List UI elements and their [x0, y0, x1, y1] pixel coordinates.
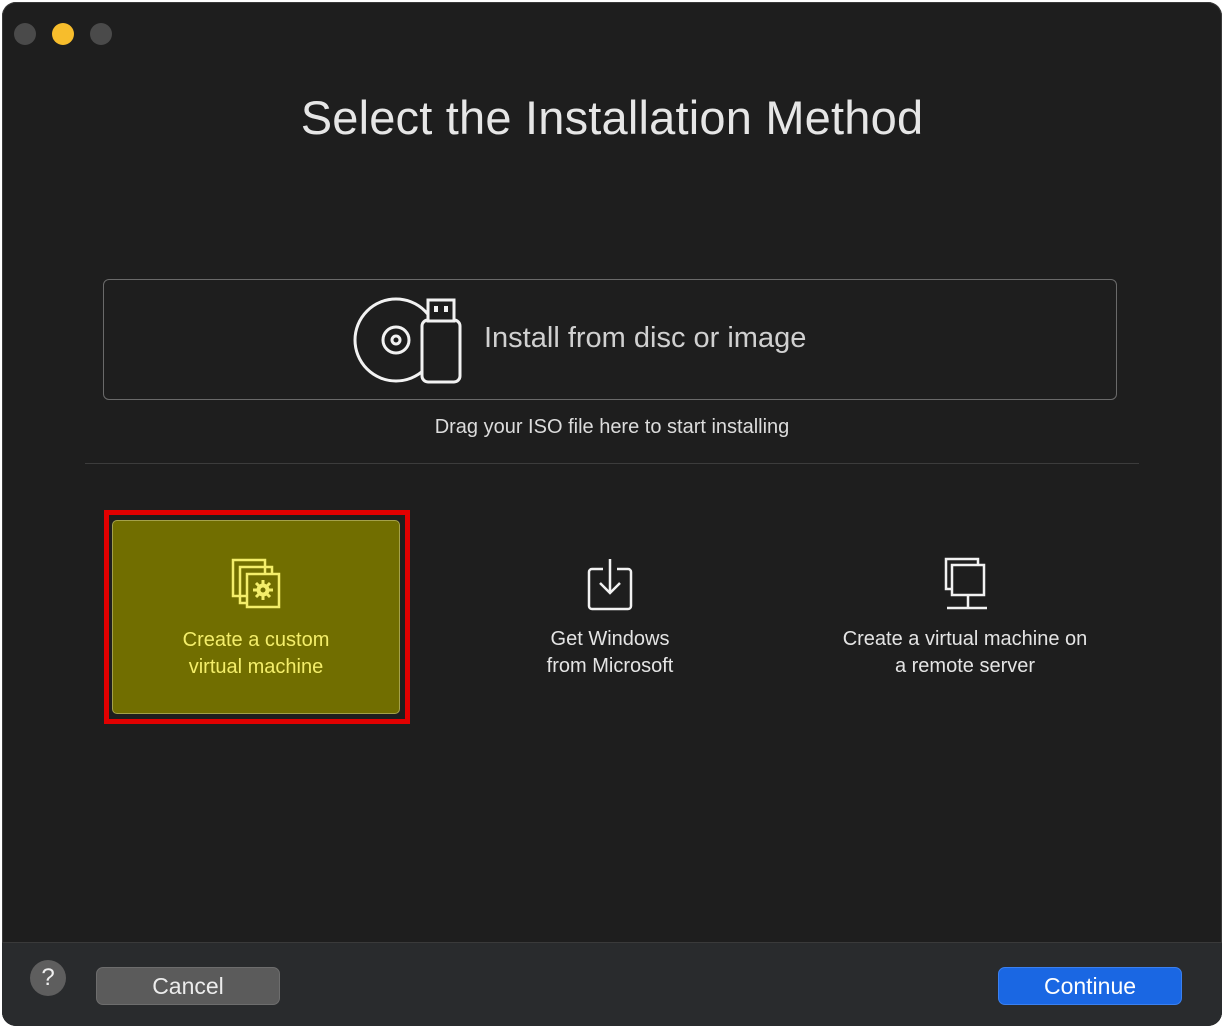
remote-server-label: Create a virtual machine on a remote ser…: [842, 628, 1088, 677]
footer-bar: ? Cancel Continue: [2, 942, 1222, 1026]
zoom-window-button[interactable]: [90, 23, 112, 45]
help-button[interactable]: ?: [30, 960, 66, 996]
remote-server-icon: [944, 557, 987, 610]
minimize-window-button[interactable]: [52, 23, 74, 45]
drag-iso-hint: Drag your ISO file here to start install…: [434, 416, 790, 438]
custom-vm-gear-icon: [231, 558, 281, 609]
continue-button[interactable]: Continue: [998, 967, 1182, 1005]
cancel-button[interactable]: Cancel: [96, 967, 280, 1005]
create-custom-vm-option[interactable]: Create a custom virtual machine: [112, 520, 400, 714]
disc-usb-icon: [353, 297, 462, 384]
section-divider: [85, 463, 1139, 464]
create-custom-vm-label: Create a custom virtual machine: [182, 629, 330, 678]
page-title: Select the Installation Method: [300, 91, 924, 144]
installer-window: Select the Installation Method Install f…: [2, 2, 1222, 1026]
install-from-disc-panel[interactable]: Install from disc or image: [103, 279, 1117, 400]
close-window-button[interactable]: [14, 23, 36, 45]
install-from-disc-label: Install from disc or image: [484, 322, 807, 354]
download-icon: [587, 559, 633, 611]
get-windows-label: Get Windows from Microsoft: [546, 628, 674, 677]
remote-server-option[interactable]: Create a virtual machine on a remote ser…: [808, 556, 1122, 680]
get-windows-option[interactable]: Get Windows from Microsoft: [462, 556, 758, 680]
